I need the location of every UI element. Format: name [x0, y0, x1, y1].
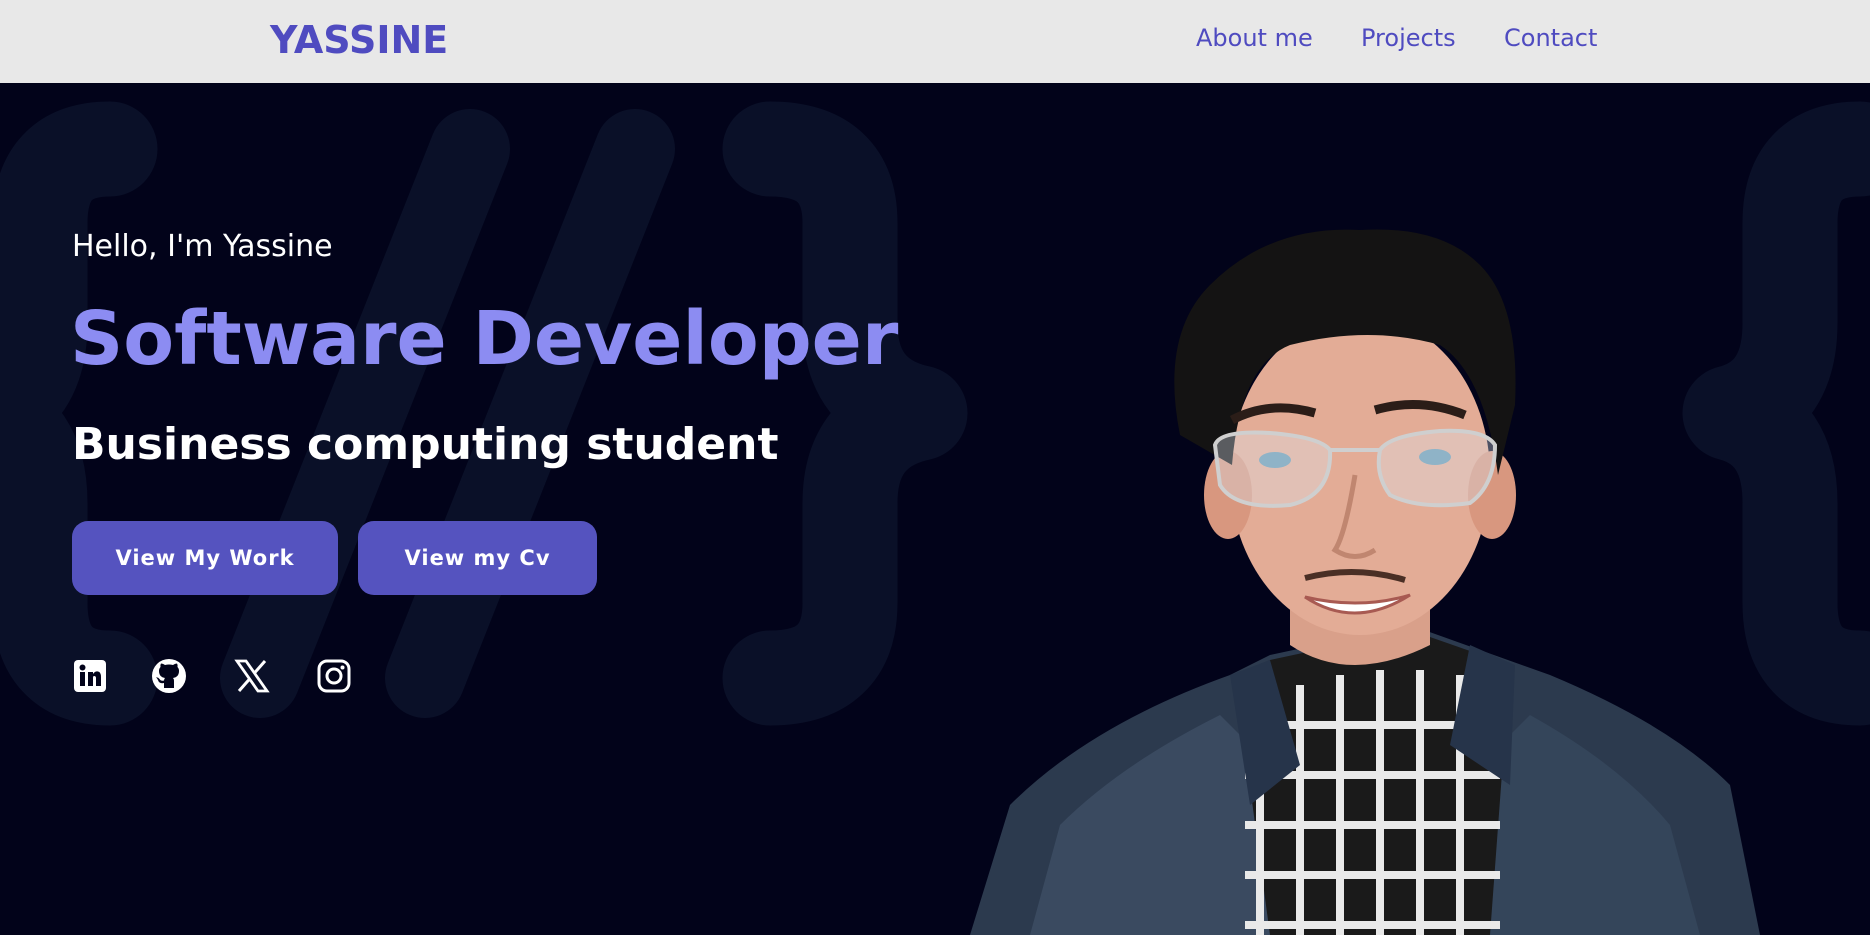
nav-links: About me Projects Contact [0, 24, 1870, 58]
profile-photo [970, 229, 1760, 935]
hero-subtitle: Business computing student [72, 419, 779, 470]
linkedin-icon[interactable] [72, 658, 108, 694]
top-navbar: YASSINE About me Projects Contact [0, 0, 1870, 83]
nav-link-about[interactable]: About me [1196, 24, 1313, 52]
hero-greeting: Hello, I'm Yassine [72, 229, 333, 264]
social-links [0, 658, 600, 708]
right-brace-shape [722, 101, 968, 726]
view-my-work-button[interactable]: View My Work [72, 521, 338, 595]
nav-link-contact[interactable]: Contact [1504, 24, 1597, 52]
instagram-icon[interactable] [316, 658, 352, 694]
github-icon[interactable] [151, 658, 187, 694]
nav-link-projects[interactable]: Projects [1361, 24, 1456, 52]
hero-title: Software Developer [70, 296, 899, 382]
hero-section: Hello, I'm Yassine Software Developer Bu… [0, 83, 1870, 935]
x-icon[interactable] [234, 658, 270, 694]
view-my-cv-button[interactable]: View my Cv [358, 521, 597, 595]
